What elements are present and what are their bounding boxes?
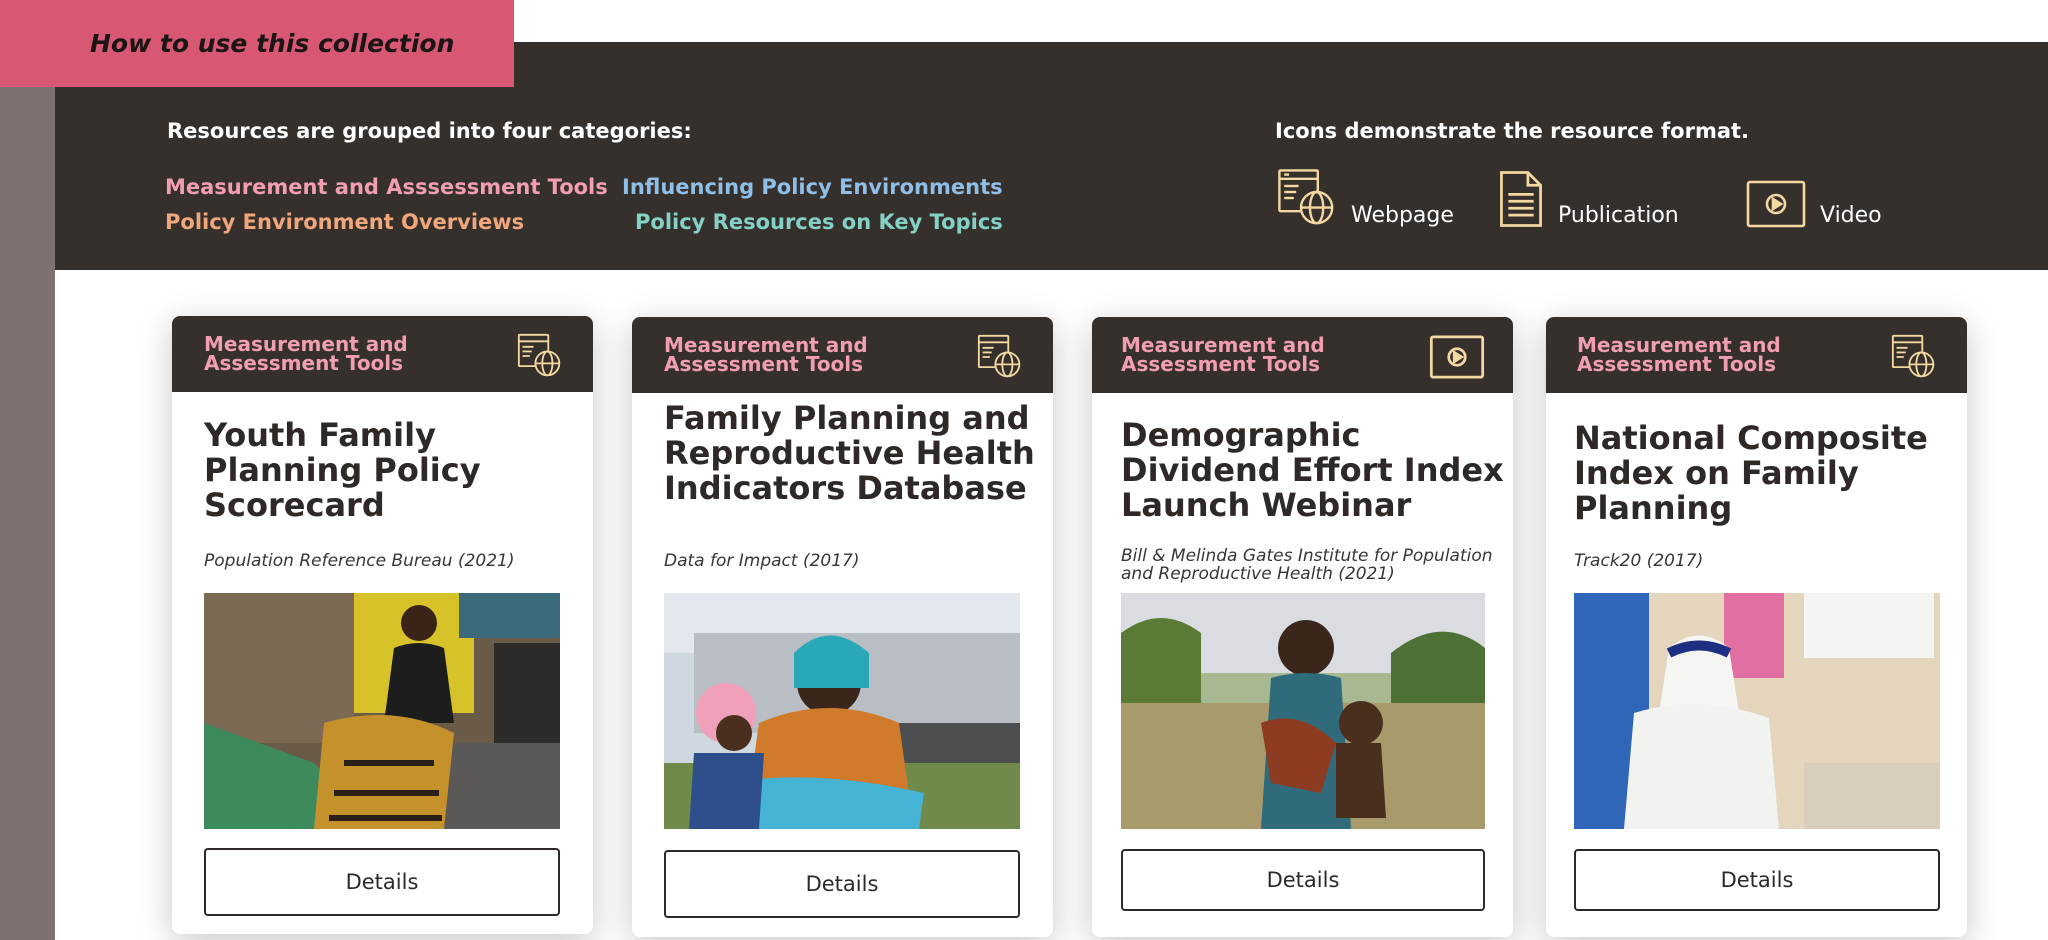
card-source: Data for Impact (2017) — [664, 551, 860, 571]
video-icon — [1429, 335, 1485, 379]
webpage-icon — [1891, 334, 1935, 378]
card-header: Measurement and Assessment Tools — [172, 316, 593, 392]
category-influencing: Influencing Policy Environments — [622, 175, 1003, 199]
webpage-icon — [517, 333, 561, 377]
card-title[interactable]: Youth Family Planning Policy Scorecard — [204, 418, 576, 523]
format-publication-label: Publication — [1558, 203, 1679, 228]
details-button[interactable]: Details — [1574, 849, 1940, 911]
formats-heading: Icons demonstrate the resource format. — [1275, 119, 1750, 143]
left-edge-strip — [0, 0, 55, 940]
card-category: Measurement and Assessment Tools — [1577, 333, 1781, 376]
card-header: Measurement and Assessment Tools — [632, 317, 1053, 393]
format-video: Video — [1746, 180, 1882, 228]
resource-card: Measurement and Assessment Tools Family … — [632, 317, 1053, 937]
video-icon — [1746, 180, 1806, 228]
health-worker-clinic-photo — [1574, 593, 1940, 829]
category-overviews: Policy Environment Overviews — [165, 210, 525, 234]
format-webpage-label: Webpage — [1351, 203, 1454, 228]
category-key-topics: Policy Resources on Key Topics — [635, 210, 1003, 234]
format-video-label: Video — [1820, 203, 1882, 228]
card-title[interactable]: National Composite Index on Family Plann… — [1574, 421, 1946, 526]
card-category: Measurement and Assessment Tools — [664, 333, 868, 376]
card-source: Population Reference Bureau (2021) — [204, 551, 515, 571]
webpage-icon — [1278, 169, 1334, 225]
format-publication: Publication — [1498, 170, 1679, 228]
card-title[interactable]: Family Planning and Reproductive Health … — [664, 401, 1036, 506]
collection-tag-label: How to use this collection — [90, 29, 455, 58]
mother-carrying-baby-photo — [664, 593, 1020, 829]
woman-seated-workshop-photo — [204, 593, 560, 829]
format-webpage: Webpage — [1277, 168, 1454, 228]
resource-card: Measurement and Assessment Tools Youth F… — [172, 316, 593, 934]
collection-tag[interactable]: How to use this collection — [0, 0, 514, 87]
webpage-icon — [977, 334, 1021, 378]
mother-holding-child-field-photo — [1121, 593, 1485, 829]
card-category: Measurement and Assessment Tools — [204, 332, 408, 375]
category-measurement: Measurement and Asssessment Tools — [165, 175, 608, 199]
details-button[interactable]: Details — [664, 850, 1020, 918]
details-button[interactable]: Details — [1121, 849, 1485, 911]
resource-card: Measurement and Assessment Tools Nationa… — [1546, 317, 1967, 937]
details-button[interactable]: Details — [204, 848, 560, 916]
card-title[interactable]: Demographic Dividend Effort Index Launch… — [1121, 418, 1511, 523]
categories-heading: Resources are grouped into four categori… — [167, 119, 692, 143]
card-header: Measurement and Assessment Tools — [1092, 317, 1513, 393]
card-header: Measurement and Assessment Tools — [1546, 317, 1967, 393]
publication-icon — [1500, 171, 1542, 227]
card-category: Measurement and Assessment Tools — [1121, 333, 1325, 376]
resource-card: Measurement and Assessment Tools Demogra… — [1092, 317, 1513, 937]
card-source: Track20 (2017) — [1574, 551, 1704, 571]
card-source: Bill & Melinda Gates Institute for Popul… — [1121, 546, 1493, 584]
